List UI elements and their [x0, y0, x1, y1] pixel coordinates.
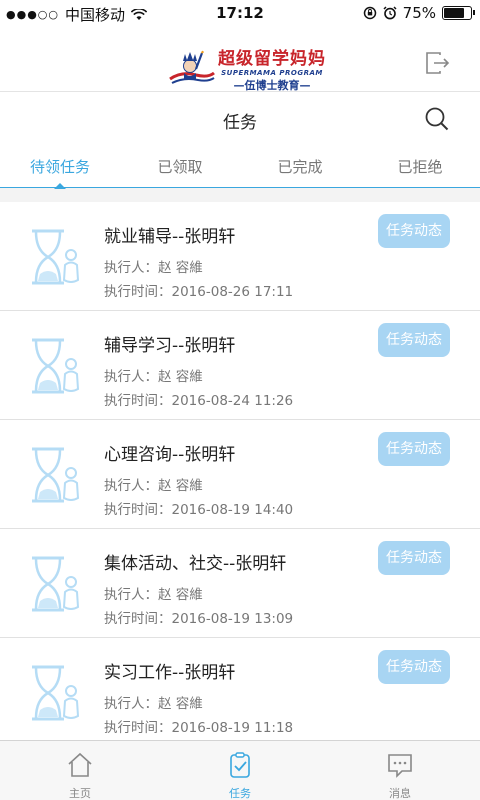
task-title: 实习工作--张明轩 [104, 663, 236, 683]
task-title: 集体活动、社交--张明轩 [104, 554, 287, 574]
hourglass-icon [32, 665, 80, 721]
tab-completed[interactable]: 已完成 [240, 146, 360, 187]
status-right: 75% [363, 4, 475, 22]
battery-fill [444, 8, 464, 18]
page-title: 任务 [223, 113, 257, 133]
task-row[interactable]: 辅导学习--张明轩 执行人：赵 容維 执行时间：2016-08-24 11:26… [0, 311, 480, 420]
task-status-button[interactable]: 任务动态 [378, 323, 450, 357]
task-title: 辅导学习--张明轩 [104, 336, 236, 356]
task-time: 执行时间：2016-08-19 13:09 [104, 611, 294, 627]
statue-of-liberty-icon [169, 50, 215, 84]
task-executor: 执行人：赵 容維 [104, 587, 203, 603]
task-executor: 执行人：赵 容維 [104, 478, 203, 494]
task-status-button[interactable]: 任务动态 [378, 650, 450, 684]
task-row[interactable]: 实习工作--张明轩 执行人：赵 容維 执行时间：2016-08-19 11:18… [0, 638, 480, 747]
hourglass-icon [32, 229, 80, 285]
task-list: 就业辅导--张明轩 执行人：赵 容維 执行时间：2016-08-26 17:11… [0, 202, 480, 747]
nav-messages[interactable]: 消息 [320, 741, 480, 800]
home-icon [68, 752, 92, 777]
bottom-nav: 主页 任务 消息 [0, 740, 480, 800]
task-status-button[interactable]: 任务动态 [378, 214, 450, 248]
task-time: 执行时间：2016-08-26 17:11 [104, 284, 294, 300]
tab-rejected[interactable]: 已拒绝 [360, 146, 480, 187]
search-icon[interactable] [424, 106, 450, 132]
task-row[interactable]: 心理咨询--张明轩 执行人：赵 容維 执行时间：2016-08-19 14:40… [0, 420, 480, 529]
tab-pending[interactable]: 待领任务 [0, 146, 120, 189]
task-tabs: 待领任务 已领取 已完成 已拒绝 [0, 146, 480, 189]
rotation-lock-icon [363, 6, 376, 20]
logo-texts: 超级留学妈妈 SUPERMAMA PROGRAM —伍博士教育— [218, 44, 326, 93]
title-bar: 任务 [0, 92, 480, 146]
task-time: 执行时间：2016-08-19 11:18 [104, 720, 294, 736]
task-status-button[interactable]: 任务动态 [378, 432, 450, 466]
task-title: 心理咨询--张明轩 [104, 445, 236, 465]
clipboard-check-icon [230, 752, 250, 778]
alarm-icon [383, 6, 397, 20]
message-icon [388, 754, 412, 778]
task-title: 就业辅导--张明轩 [104, 227, 236, 247]
battery-icon [442, 6, 475, 20]
logo-english-text: SUPERMAMA PROGRAM [221, 69, 323, 77]
task-status-button[interactable]: 任务动态 [378, 541, 450, 575]
task-row[interactable]: 集体活动、社交--张明轩 执行人：赵 容維 执行时间：2016-08-19 13… [0, 529, 480, 638]
hourglass-icon [32, 447, 80, 503]
task-row[interactable]: 就业辅导--张明轩 执行人：赵 容維 执行时间：2016-08-26 17:11… [0, 202, 480, 311]
task-time: 执行时间：2016-08-19 14:40 [104, 502, 294, 518]
nav-home-label: 主页 [69, 787, 91, 800]
logo-main-text: 超级留学妈妈 [218, 49, 326, 69]
tab-claimed[interactable]: 已领取 [120, 146, 240, 187]
logo-sub-text: —伍博士教育— [233, 79, 311, 92]
task-time: 执行时间：2016-08-24 11:26 [104, 393, 294, 409]
brand-logo: 超级留学妈妈 SUPERMAMA PROGRAM —伍博士教育— [168, 44, 326, 93]
hourglass-icon [32, 556, 80, 612]
brand-bar: 超级留学妈妈 SUPERMAMA PROGRAM —伍博士教育— [0, 26, 480, 92]
task-executor: 执行人：赵 容維 [104, 369, 203, 385]
nav-tasks-label: 任务 [229, 787, 251, 800]
battery-percent: 75% [402, 4, 436, 22]
nav-messages-label: 消息 [389, 787, 411, 800]
nav-tasks[interactable]: 任务 [160, 741, 320, 800]
nav-home[interactable]: 主页 [0, 741, 160, 800]
task-executor: 执行人：赵 容維 [104, 260, 203, 276]
hourglass-icon [32, 338, 80, 394]
logout-icon[interactable] [424, 50, 450, 76]
status-bar: ●●●○○ 中国移动 17:12 75% [0, 0, 480, 26]
task-executor: 执行人：赵 容維 [104, 696, 203, 712]
